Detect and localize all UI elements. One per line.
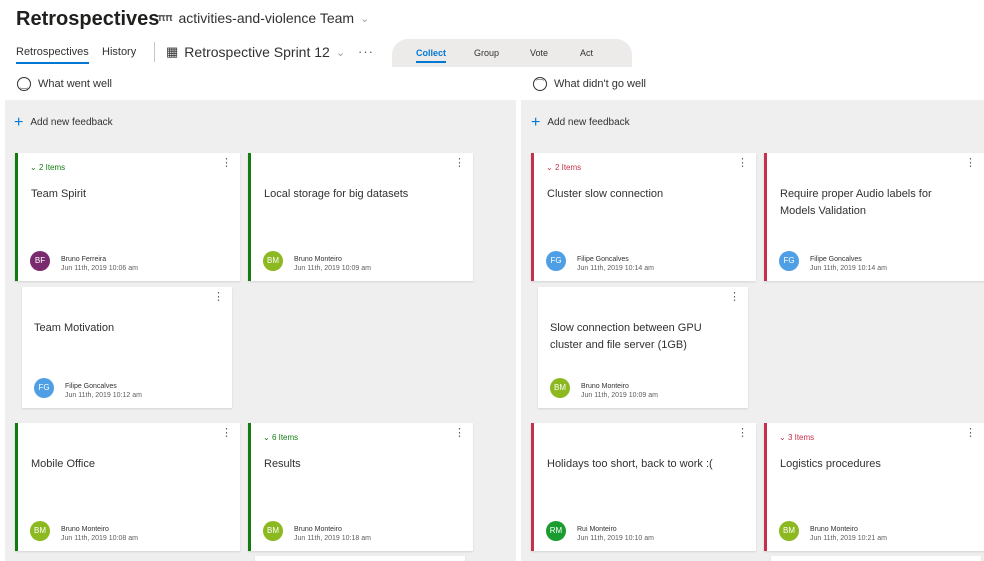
- tab-collect[interactable]: Collect: [416, 48, 447, 63]
- chevron-down-icon: ⌄: [360, 12, 370, 25]
- card-menu-icon[interactable]: ⋮: [213, 292, 224, 303]
- avatar: BM: [263, 521, 283, 541]
- avatar: BM: [779, 521, 799, 541]
- card-date: Jun 11th, 2019 10:10 am: [577, 535, 654, 542]
- group-expander[interactable]: ⌄ 2 Items: [30, 163, 65, 172]
- card-menu-icon[interactable]: ⋮: [737, 428, 748, 439]
- grouped-feedback-card[interactable]: [255, 556, 465, 561]
- page-title: Retrospectives: [16, 8, 160, 30]
- avatar: FG: [34, 378, 54, 398]
- card-author: Bruno Monteiro: [294, 256, 342, 263]
- tab-history[interactable]: History: [102, 46, 136, 58]
- card-date: Jun 11th, 2019 10:18 am: [294, 535, 371, 542]
- card-date: Jun 11th, 2019 10:21 am: [810, 535, 887, 542]
- card-menu-icon[interactable]: ⋮: [454, 158, 465, 169]
- avatar: BF: [30, 251, 50, 271]
- column-title: What didn't go well: [554, 78, 646, 90]
- card-text: Team Spirit: [31, 188, 87, 200]
- avatar: BM: [550, 378, 570, 398]
- team-name: activities-and-violence Team: [178, 10, 355, 26]
- board-selector[interactable]: ▦ Retrospective Sprint 12 ⌄: [166, 44, 345, 60]
- card-menu-icon[interactable]: ⋮: [729, 292, 740, 303]
- column-header-went-well: ‿ What went well: [17, 77, 112, 91]
- feedback-card[interactable]: ⌄ 2 Items ⋮ Cluster slow connection FG F…: [531, 153, 756, 281]
- grouped-feedback-card[interactable]: ⋮ Slow connection between GPU cluster an…: [538, 287, 748, 408]
- avatar: FG: [779, 251, 799, 271]
- avatar: FG: [546, 251, 566, 271]
- group-expander[interactable]: ⌄ 6 Items: [263, 433, 298, 442]
- card-text: Logistics procedures: [780, 458, 881, 470]
- frown-icon: ⁀: [533, 77, 547, 91]
- feedback-card[interactable]: ⋮ Local storage for big datasets BM Brun…: [248, 153, 473, 281]
- card-date: Jun 11th, 2019 10:14 am: [577, 265, 654, 272]
- card-text: Local storage for big datasets: [264, 188, 409, 200]
- card-date: Jun 11th, 2019 10:06 am: [61, 265, 138, 272]
- feedback-card[interactable]: ⌄ 6 Items ⋮ Results BM Bruno Monteiro Ju…: [248, 423, 473, 551]
- add-feedback-button[interactable]: + Add new feedback: [14, 113, 113, 131]
- group-count: 2 Items: [38, 163, 66, 172]
- card-text: Results: [264, 458, 301, 470]
- group-count: 6 Items: [271, 433, 299, 442]
- plus-icon: +: [531, 113, 541, 131]
- card-text: Require proper Audio labels for Models V…: [780, 188, 932, 217]
- card-author: Bruno Monteiro: [294, 526, 342, 533]
- card-author: Filipe Goncalves: [65, 383, 117, 390]
- card-menu-icon[interactable]: ⋮: [221, 428, 232, 439]
- board-name: Retrospective Sprint 12: [184, 44, 330, 60]
- card-date: Jun 11th, 2019 10:09 am: [581, 392, 658, 399]
- card-menu-icon[interactable]: ⋮: [965, 428, 976, 439]
- card-date: Jun 11th, 2019 10:12 am: [65, 392, 142, 399]
- board-icon: ▦: [166, 44, 179, 59]
- tab-vote[interactable]: Vote: [530, 48, 548, 58]
- chevron-down-icon: ⌄: [335, 46, 346, 59]
- card-text: Cluster slow connection: [547, 188, 664, 200]
- tab-act[interactable]: Act: [580, 48, 593, 58]
- smile-icon: ‿: [17, 77, 31, 91]
- group-expander[interactable]: ⌄ 3 Items: [779, 433, 814, 442]
- feedback-card[interactable]: ⋮ Mobile Office BM Bruno Monteiro Jun 11…: [15, 423, 240, 551]
- feedback-card[interactable]: ⌄ 3 Items ⋮ Logistics procedures BM Brun…: [764, 423, 984, 551]
- card-text: Holidays too short, back to work :(: [547, 458, 713, 470]
- card-text: Slow connection between GPU cluster and …: [550, 322, 702, 351]
- card-author: Filipe Goncalves: [577, 256, 629, 263]
- card-menu-icon[interactable]: ⋮: [454, 428, 465, 439]
- card-date: Jun 11th, 2019 10:09 am: [294, 265, 371, 272]
- add-feedback-label: Add new feedback: [30, 117, 113, 128]
- add-feedback-label: Add new feedback: [547, 117, 630, 128]
- feedback-card[interactable]: ⋮ Require proper Audio labels for Models…: [764, 153, 984, 281]
- team-selector[interactable]: 𝛑𝛑 activities-and-violence Team ⌄: [158, 10, 369, 26]
- card-menu-icon[interactable]: ⋮: [221, 158, 232, 169]
- nav-divider: [154, 42, 155, 62]
- card-author: Bruno Monteiro: [810, 526, 858, 533]
- column-header-didnt-go-well: ⁀ What didn't go well: [533, 77, 646, 91]
- card-author: Bruno Monteiro: [581, 383, 629, 390]
- card-author: Rui Monteiro: [577, 526, 617, 533]
- plus-icon: +: [14, 113, 24, 131]
- card-menu-icon[interactable]: ⋮: [737, 158, 748, 169]
- card-date: Jun 11th, 2019 10:14 am: [810, 265, 887, 272]
- grouped-feedback-card[interactable]: ⋮ Team Motivation FG Filipe Goncalves Ju…: [22, 287, 232, 408]
- card-menu-icon[interactable]: ⋮: [965, 158, 976, 169]
- add-feedback-button[interactable]: + Add new feedback: [531, 113, 630, 131]
- avatar: RM: [546, 521, 566, 541]
- card-author: Bruno Ferreira: [61, 256, 107, 263]
- people-icon: 𝛑𝛑: [158, 11, 173, 24]
- group-count: 3 Items: [787, 433, 815, 442]
- card-text: Team Motivation: [34, 322, 115, 334]
- column-title: What went well: [38, 78, 112, 90]
- more-options-button[interactable]: ···: [358, 44, 374, 59]
- feedback-card[interactable]: ⌄ 2 Items ⋮ Team Spirit BF Bruno Ferreir…: [15, 153, 240, 281]
- avatar: BM: [263, 251, 283, 271]
- tab-retrospectives[interactable]: Retrospectives: [16, 46, 89, 64]
- avatar: BM: [30, 521, 50, 541]
- grouped-feedback-card[interactable]: [771, 556, 981, 561]
- tab-group[interactable]: Group: [474, 48, 499, 58]
- card-date: Jun 11th, 2019 10:08 am: [61, 535, 138, 542]
- card-author: Filipe Goncalves: [810, 256, 862, 263]
- feedback-card[interactable]: ⋮ Holidays too short, back to work :( RM…: [531, 423, 756, 551]
- card-text: Mobile Office: [31, 458, 95, 470]
- card-author: Bruno Monteiro: [61, 526, 109, 533]
- group-count: 2 Items: [554, 163, 582, 172]
- group-expander[interactable]: ⌄ 2 Items: [546, 163, 581, 172]
